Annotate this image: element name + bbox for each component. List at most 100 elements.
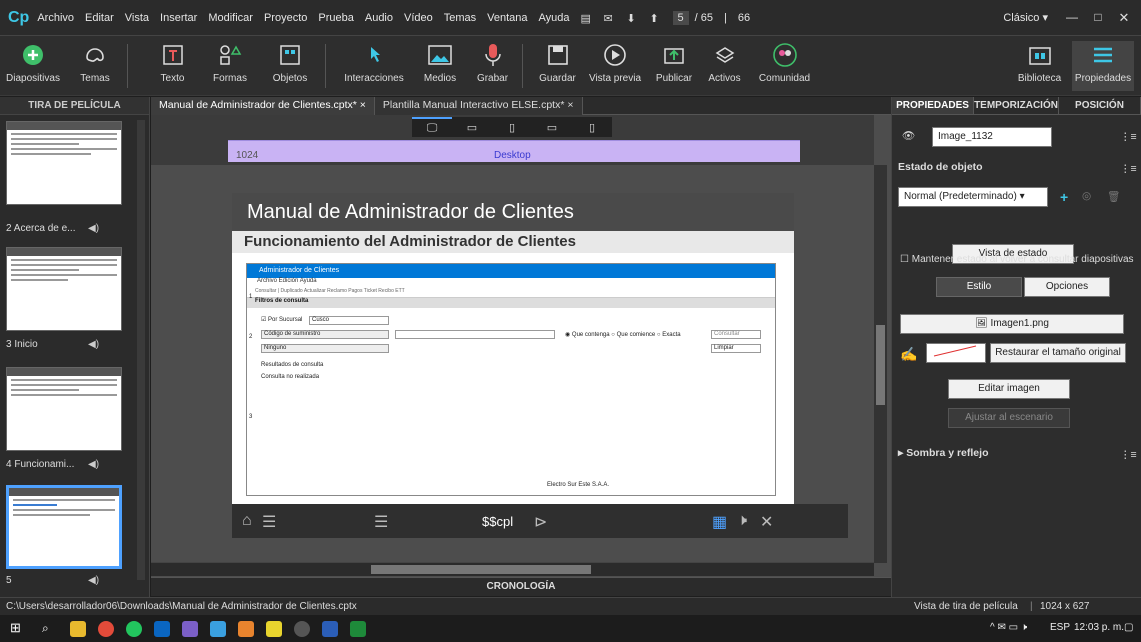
desktop-view-icon[interactable]: 🖵 (412, 117, 452, 137)
delete-state-icon[interactable]: 🗑 (1107, 190, 1120, 203)
notifications-icon[interactable]: ▢ (1124, 622, 1133, 633)
guardar-button[interactable]: Guardar (535, 41, 580, 84)
border-color-select[interactable] (926, 343, 986, 363)
menu-prueba[interactable]: Prueba (318, 12, 353, 24)
shadow-menu-icon[interactable]: ⋮≡ (1120, 449, 1137, 461)
tab-temporizacion[interactable]: TEMPORIZACIÓN (974, 97, 1059, 114)
state-menu-icon[interactable]: ⋮≡ (1120, 163, 1137, 175)
chrome-icon[interactable] (98, 621, 114, 637)
next-icon[interactable]: ⊳ (534, 512, 547, 532)
slide-title[interactable]: Manual de Administrador de Clientes (232, 193, 794, 231)
speaker-icon[interactable]: ◀) (88, 575, 99, 586)
stage-horizontal-scrollbar[interactable] (151, 562, 874, 576)
workspace-selector[interactable]: Clásico ▾ (1003, 11, 1048, 24)
propiedades-button[interactable]: Propiedades (1072, 41, 1134, 91)
grabar-button[interactable]: Grabar (470, 41, 515, 84)
slide-thumbnail-1[interactable] (6, 121, 122, 205)
phone-portrait-icon[interactable]: ▯ (572, 117, 612, 137)
subtab-estilo[interactable]: Estilo (936, 277, 1022, 297)
github-icon[interactable] (294, 621, 310, 637)
menu-ventana[interactable]: Ventana (487, 12, 527, 24)
filmstrip-scrollbar[interactable] (137, 120, 145, 580)
maximize-button[interactable]: □ (1085, 10, 1111, 26)
screenshot-image[interactable]: Administrador de Clientes Archivo Edició… (246, 263, 776, 496)
tab-posicion[interactable]: POSICIÓN (1059, 97, 1141, 114)
slide-thumbnail-selected[interactable] (6, 485, 122, 569)
search-icon[interactable]: ⌕ (42, 621, 58, 637)
tray-language[interactable]: ESP (1050, 622, 1070, 633)
mute-icon[interactable]: 🕨 (737, 512, 747, 530)
tray-clock[interactable]: 12:03 p. m. (1074, 622, 1124, 633)
tray-icons[interactable]: ^ ✉ ▭ 🕨 (990, 622, 1027, 633)
tablet-landscape-icon[interactable]: ▭ (452, 117, 492, 137)
image-file-button[interactable]: 🖼 Imagen1.png (900, 314, 1124, 334)
add-state-icon[interactable]: + (1060, 189, 1068, 205)
texto-button[interactable]: Texto (150, 41, 195, 84)
menu-editar[interactable]: Editar (85, 12, 114, 24)
menu-audio[interactable]: Audio (365, 12, 393, 24)
close-icon[interactable]: ✕ (760, 512, 773, 532)
tablet-portrait-icon[interactable]: ▯ (492, 117, 532, 137)
windows-start-icon[interactable]: ⊞ (10, 620, 26, 636)
keep-state-checkbox[interactable]: ☐ Mantener estado al volver a consultar … (900, 254, 1134, 265)
formas-button[interactable]: Formas (205, 41, 255, 84)
interacciones-button[interactable]: Interacciones (338, 41, 410, 84)
menu-video[interactable]: Vídeo (404, 12, 433, 24)
publicar-button[interactable]: Publicar (650, 41, 698, 84)
restore-size-button[interactable]: Restaurar el tamaño original (990, 343, 1126, 363)
slide-thumbnail-2[interactable] (6, 247, 122, 331)
menu-proyecto[interactable]: Proyecto (264, 12, 307, 24)
phone-landscape-icon[interactable]: ▭ (532, 117, 572, 137)
current-slide-input[interactable]: 5 (672, 10, 689, 25)
minimize-button[interactable]: — (1059, 10, 1085, 26)
speaker-icon[interactable]: ◀) (88, 339, 99, 350)
explorer-icon[interactable] (70, 621, 86, 637)
tab-manual[interactable]: Manual de Administrador de Clientes.cptx… (151, 97, 375, 115)
menu-icon[interactable]: ☰ (374, 512, 388, 532)
slide-thumbnail-3[interactable] (6, 367, 122, 451)
tab-plantilla[interactable]: Plantilla Manual Interactivo ELSE.cptx* … (374, 97, 583, 115)
playbar-variable[interactable]: $$cpl (482, 514, 513, 529)
notes-icon[interactable] (266, 621, 282, 637)
fit-stage-button[interactable]: Ajustar al escenario (948, 408, 1070, 428)
vscode-icon[interactable] (182, 621, 198, 637)
objetos-button[interactable]: Objetos (265, 41, 315, 84)
close-window-button[interactable]: ✕ (1111, 10, 1137, 26)
eyedropper-icon[interactable]: ✍ (900, 346, 917, 363)
spotify-icon[interactable] (126, 621, 142, 637)
arrow-down-icon[interactable]: ⬇ (627, 12, 642, 25)
speaker-icon[interactable]: ◀) (88, 223, 99, 234)
close-tab-icon[interactable]: × (360, 99, 366, 111)
captivate-taskbar-icon[interactable] (350, 621, 366, 637)
menu-temas[interactable]: Temas (444, 12, 476, 24)
arrow-up-icon[interactable]: ⬆ (650, 12, 665, 25)
menu-insertar[interactable]: Insertar (160, 12, 197, 24)
mail-icon[interactable]: ✉ (604, 12, 619, 25)
medios-button[interactable]: Medios (415, 41, 465, 84)
slides-view-icon[interactable]: ▤ (581, 12, 596, 25)
close-tab-icon[interactable]: × (567, 99, 573, 111)
home-icon[interactable]: ⌂ (242, 512, 252, 530)
tab-propiedades[interactable]: PROPIEDADES (892, 97, 975, 114)
vista-previa-button[interactable]: Vista previa (585, 41, 645, 84)
panel-menu-icon[interactable]: ⋮≡ (1120, 131, 1137, 143)
edit-image-button[interactable]: Editar imagen (948, 379, 1070, 399)
diapositivas-button[interactable]: Diapositivas (2, 41, 64, 84)
reset-state-icon[interactable]: ◎ (1082, 190, 1091, 202)
timeline-header[interactable]: CRONOLOGÍA (151, 577, 891, 596)
word-icon[interactable] (322, 621, 338, 637)
tiles-icon[interactable]: ▦ (712, 512, 727, 532)
menu-ayuda[interactable]: Ayuda (539, 12, 570, 24)
menu-modificar[interactable]: Modificar (208, 12, 253, 24)
toc-icon[interactable]: ☰ (262, 512, 276, 532)
slide-canvas[interactable]: Manual de Administrador de Clientes Func… (232, 193, 794, 538)
menu-archivo[interactable]: Archivo (37, 12, 74, 24)
comunidad-button[interactable]: Comunidad (752, 41, 817, 84)
state-select[interactable]: Normal (Predeterminado) ▾ (898, 187, 1048, 207)
stage-vertical-scrollbar[interactable] (874, 165, 887, 563)
outlook-icon[interactable] (154, 621, 170, 637)
visibility-icon[interactable]: 👁 (902, 129, 915, 142)
activos-button[interactable]: Activos (702, 41, 747, 84)
app-icon[interactable] (238, 621, 254, 637)
shadow-section[interactable]: ▸ Sombra y reflejo (898, 447, 988, 459)
